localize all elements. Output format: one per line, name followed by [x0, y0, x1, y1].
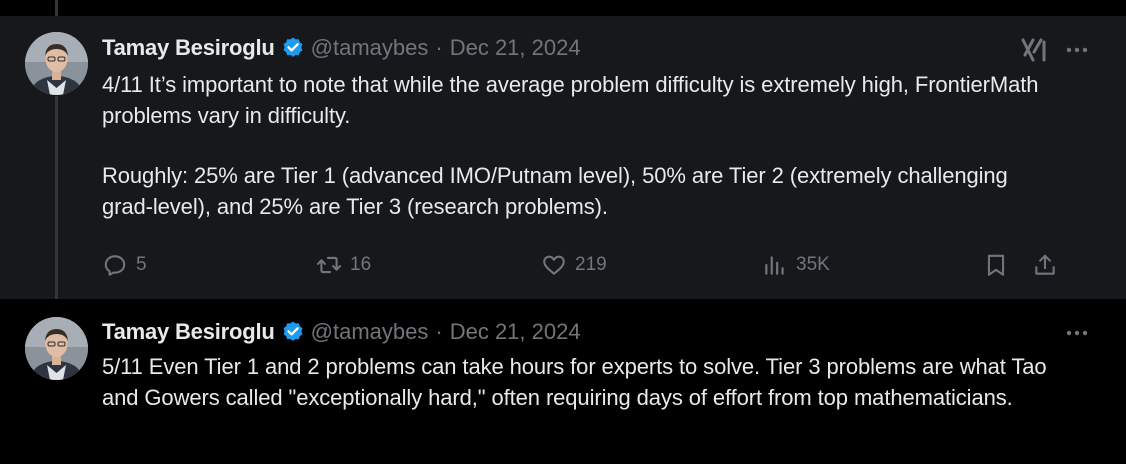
more-icon[interactable]	[1062, 38, 1092, 62]
tweet-date[interactable]: Dec 21, 2024	[450, 319, 581, 345]
grok-icon[interactable]	[1020, 36, 1048, 64]
tweet[interactable]: Tamay Besiroglu @tamaybes · Dec 21, 2024…	[0, 299, 1126, 464]
reply-count: 5	[136, 254, 147, 275]
tweet[interactable]: Tamay Besiroglu @tamaybes · Dec 21, 2024…	[0, 16, 1126, 299]
repost-button[interactable]: 16	[316, 249, 371, 281]
views-icon	[765, 256, 784, 275]
tweet-paragraph: 4/11 It’s important to note that while t…	[102, 72, 1039, 128]
avatar[interactable]	[25, 317, 88, 380]
repost-count: 16	[350, 254, 372, 275]
like-button[interactable]: 219	[541, 249, 607, 281]
avatar[interactable]	[25, 32, 88, 95]
tweet-header: Tamay Besiroglu @tamaybes · Dec 21, 2024	[102, 317, 581, 347]
tweet-paragraph: Roughly: 25% are Tier 1 (advanced IMO/Pu…	[102, 163, 1008, 219]
author-name[interactable]: Tamay Besiroglu	[102, 35, 275, 61]
bookmark-button[interactable]	[983, 249, 1009, 281]
tweet-text: 5/11 Even Tier 1 and 2 problems can take…	[102, 352, 1062, 413]
views-count: 35K	[796, 254, 830, 275]
reply-button[interactable]: 5	[102, 249, 147, 281]
tweet-actions: 5 16 219 35K	[0, 249, 1126, 281]
author-name[interactable]: Tamay Besiroglu	[102, 319, 275, 345]
more-icon[interactable]	[1062, 321, 1092, 345]
bookmark-icon	[987, 254, 1005, 276]
tweet-header: Tamay Besiroglu @tamaybes · Dec 21, 2024	[102, 33, 581, 63]
tweet-date[interactable]: Dec 21, 2024	[450, 35, 581, 61]
verified-badge-icon	[281, 320, 305, 344]
repost-icon	[316, 256, 342, 274]
author-handle[interactable]: @tamaybes	[311, 319, 429, 345]
views-button[interactable]: 35K	[762, 249, 830, 281]
like-count: 219	[575, 254, 607, 275]
share-icon	[1035, 254, 1055, 275]
verified-badge-icon	[281, 36, 305, 60]
author-handle[interactable]: @tamaybes	[311, 35, 429, 61]
tweet-text: 4/11 It’s important to note that while t…	[102, 70, 1062, 222]
like-icon	[543, 255, 565, 275]
header-separator: ·	[435, 35, 443, 60]
share-button[interactable]	[1032, 249, 1058, 281]
reply-icon	[104, 255, 126, 276]
header-separator: ·	[435, 319, 443, 344]
thread-line-top	[55, 0, 58, 16]
tweet-paragraph: 5/11 Even Tier 1 and 2 problems can take…	[102, 354, 1047, 410]
